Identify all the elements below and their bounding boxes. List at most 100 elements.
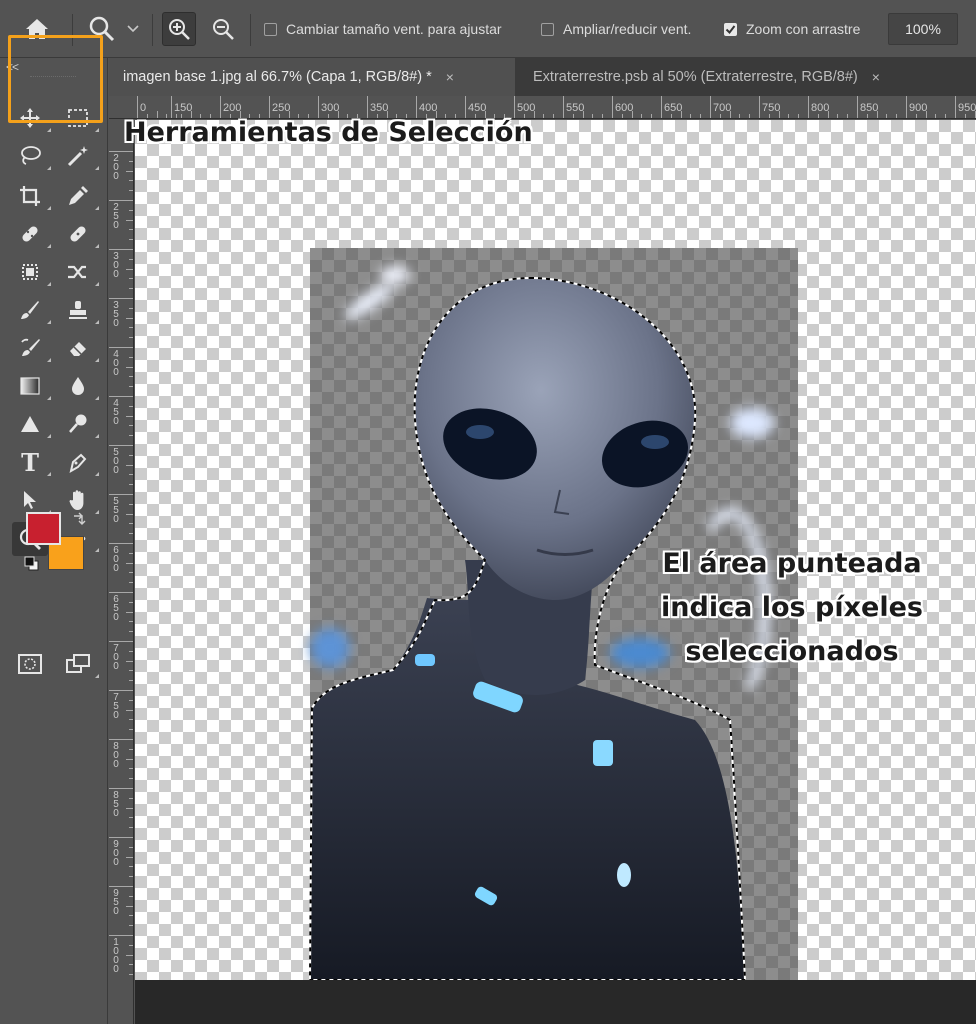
ruler-tick (935, 114, 937, 118)
zoom-out-button[interactable] (206, 12, 240, 46)
ruler-tick (700, 114, 702, 118)
zoom-all-windows-checkbox[interactable]: Ampliar/reducir vent. (541, 21, 691, 37)
eraser-tool[interactable] (62, 332, 99, 364)
tab-imagen-base[interactable]: imagen base 1.jpg al 66.7% (Capa 1, RGB/… (109, 58, 515, 96)
ruler-tick (129, 327, 133, 329)
ruler-tick (109, 543, 133, 544)
healing-brush-tool[interactable] (62, 218, 99, 250)
ruler-label: 350 (370, 102, 389, 114)
screen-mode-button[interactable] (62, 648, 99, 680)
ruler-tick (129, 474, 133, 476)
lasso-tool[interactable] (14, 140, 51, 172)
ruler-tick (680, 111, 682, 118)
resize-windows-checkbox[interactable]: Cambiar tamaño vent. para ajustar (264, 21, 502, 37)
blur-tool[interactable] (62, 370, 99, 402)
close-icon[interactable]: × (872, 69, 880, 85)
close-icon[interactable]: × (446, 69, 454, 85)
crop-icon (20, 186, 40, 206)
ruler-label: 600 (113, 545, 119, 574)
ruler-tick (109, 690, 133, 691)
ruler-tick (129, 925, 133, 927)
ruler-label: 0 (140, 102, 147, 114)
gradient-tool[interactable] (14, 370, 51, 402)
ruler-tick (631, 111, 633, 118)
shape-tool[interactable] (14, 408, 51, 440)
ruler-tick (129, 778, 133, 780)
checkbox-unchecked[interactable] (264, 22, 277, 36)
tab-extraterrestre[interactable]: Extraterrestre.psb al 50% (Extraterrestr… (519, 58, 959, 96)
ruler-tick (129, 229, 133, 231)
zoom-percentage-field[interactable]: 100% (888, 13, 958, 45)
ruler-tick (126, 415, 133, 417)
scrubby-zoom-checkbox[interactable]: Zoom con arrastre (724, 21, 860, 37)
ruler-tick (719, 114, 721, 118)
dodge-icon (69, 414, 87, 433)
crop-tool[interactable] (14, 180, 51, 212)
ruler-tick (602, 114, 604, 118)
type-tool[interactable]: T (14, 446, 51, 478)
ruler-tick (126, 268, 133, 270)
ruler-tick (109, 494, 133, 495)
ruler-tick (129, 190, 133, 192)
hand-icon (69, 490, 84, 510)
ruler-tick (808, 96, 809, 118)
chevron-down-icon (127, 25, 139, 33)
ruler-tick (876, 111, 878, 118)
ruler-tick (109, 249, 133, 250)
ruler-tick (129, 729, 133, 731)
ruler-tick (137, 96, 138, 118)
ruler-tick (126, 856, 133, 858)
content-aware-move-tool[interactable] (14, 256, 51, 288)
ruler-tick (690, 114, 692, 118)
ruler-tick (129, 209, 133, 211)
ruler-tick (109, 935, 133, 936)
note-line: seleccionados (685, 636, 899, 667)
magic-wand-tool[interactable] (62, 140, 99, 172)
zoom-in-button[interactable] (162, 12, 196, 46)
vertical-ruler[interactable]: 200 250 300 350 400 450 500 550 600 650 700 750 800 8… (109, 119, 134, 1024)
ruler-tick (129, 650, 133, 652)
ruler-label: 400 (419, 102, 438, 114)
ruler-tick (416, 96, 417, 118)
ruler-tick (129, 601, 133, 603)
ruler-tick (109, 592, 133, 593)
ruler-label: 900 (909, 102, 928, 114)
ruler-tick (896, 114, 898, 118)
ruler-tick (109, 396, 133, 397)
swap-colors-icon[interactable] (72, 512, 86, 529)
stamp-icon (69, 301, 87, 319)
ruler-tick (915, 114, 917, 118)
red-eye-tool[interactable] (62, 256, 99, 288)
resize-windows-label: Cambiar tamaño vent. para ajustar (286, 21, 502, 37)
ruler-tick (129, 288, 133, 290)
ruler-tick (129, 670, 133, 672)
ruler-tick (661, 96, 662, 118)
ruler-tick (798, 114, 800, 118)
default-colors-icon[interactable] (24, 556, 42, 574)
ruler-label: 950 (958, 102, 976, 114)
ruler-tick (612, 96, 613, 118)
ruler-label: 350 (113, 300, 119, 329)
eyedropper-tool[interactable] (62, 180, 99, 212)
gradient-icon (20, 377, 40, 395)
drop-icon (72, 377, 84, 395)
ruler-tick (129, 768, 133, 770)
ruler-label: 550 (566, 102, 585, 114)
ruler-label: 400 (113, 349, 119, 378)
checkbox-checked[interactable] (724, 22, 737, 36)
ruler-label: 550 (113, 496, 119, 525)
ruler-tick (129, 964, 133, 966)
foreground-color-swatch[interactable] (26, 512, 61, 545)
history-brush-tool[interactable] (14, 332, 51, 364)
brush-tool[interactable] (14, 294, 51, 326)
pen-tool[interactable] (62, 446, 99, 478)
dodge-tool[interactable] (62, 408, 99, 440)
clone-stamp-tool[interactable] (62, 294, 99, 326)
ruler-tick (651, 114, 653, 118)
horizontal-ruler[interactable]: 0 150 200 250 300 350 400 450 500 550 600 650 700 750… (109, 96, 976, 119)
quick-mask-button[interactable] (14, 648, 46, 680)
tab-label: Extraterrestre.psb al 50% (Extraterrestr… (533, 69, 858, 85)
spot-healing-tool[interactable] (14, 218, 51, 250)
ruler-tick (778, 111, 780, 118)
checkbox-unchecked[interactable] (541, 22, 554, 36)
